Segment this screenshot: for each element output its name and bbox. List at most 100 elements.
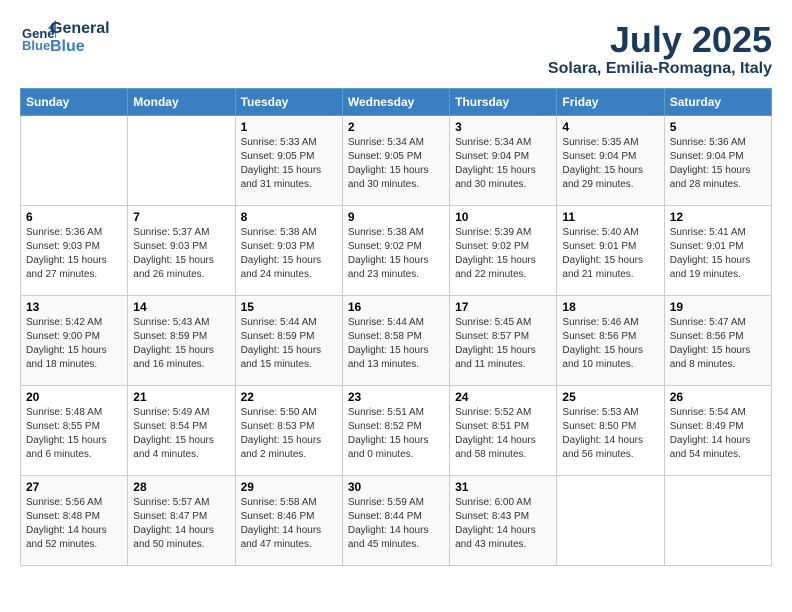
day-detail: Sunrise: 5:38 AM Sunset: 9:02 PM Dayligh… bbox=[348, 226, 444, 282]
calendar-cell: 25Sunrise: 5:53 AM Sunset: 8:50 PM Dayli… bbox=[557, 385, 664, 475]
calendar-cell: 8Sunrise: 5:38 AM Sunset: 9:03 PM Daylig… bbox=[235, 205, 342, 295]
day-number: 31 bbox=[455, 480, 551, 494]
calendar-cell: 11Sunrise: 5:40 AM Sunset: 9:01 PM Dayli… bbox=[557, 205, 664, 295]
weekday-header: Tuesday bbox=[235, 88, 342, 115]
day-number: 2 bbox=[348, 120, 444, 134]
day-number: 29 bbox=[241, 480, 337, 494]
calendar-cell: 6 Sunrise: 5:36 AM Sunset: 9:03 PM Daylig… bbox=[21, 205, 128, 295]
calendar-cell: 31Sunrise: 6:00 AM Sunset: 8:43 PM Dayli… bbox=[450, 475, 557, 565]
svg-text:Blue: Blue bbox=[22, 38, 50, 53]
calendar-cell: 28Sunrise: 5:57 AM Sunset: 8:47 PM Dayli… bbox=[128, 475, 235, 565]
day-detail: Sunrise: 5:42 AM Sunset: 9:00 PM Dayligh… bbox=[26, 316, 122, 372]
day-number: 7 bbox=[133, 210, 229, 224]
day-number: 24 bbox=[455, 390, 551, 404]
day-number: 25 bbox=[562, 390, 658, 404]
weekday-header: Monday bbox=[128, 88, 235, 115]
day-detail: Sunrise: 5:51 AM Sunset: 8:52 PM Dayligh… bbox=[348, 406, 444, 462]
day-number: 12 bbox=[670, 210, 766, 224]
weekday-header: Friday bbox=[557, 88, 664, 115]
title-block: July 2025 Solara, Emilia-Romagna, Italy bbox=[548, 20, 772, 78]
calendar-cell: 14 Sunrise: 5:43 AM Sunset: 8:59 PM Dayli… bbox=[128, 295, 235, 385]
calendar-cell: 5 Sunrise: 5:36 AM Sunset: 9:04 PM Daylig… bbox=[664, 115, 771, 205]
day-number: 4 bbox=[562, 120, 658, 134]
calendar-cell: 13 Sunrise: 5:42 AM Sunset: 9:00 PM Dayli… bbox=[21, 295, 128, 385]
day-number: 3 bbox=[455, 120, 551, 134]
day-number: 27 bbox=[26, 480, 122, 494]
location-title: Solara, Emilia-Romagna, Italy bbox=[548, 60, 772, 78]
day-number: 9 bbox=[348, 210, 444, 224]
day-detail: Sunrise: 5:52 AM Sunset: 8:51 PM Dayligh… bbox=[455, 406, 551, 462]
day-detail: Sunrise: 5:50 AM Sunset: 8:53 PM Dayligh… bbox=[241, 406, 337, 462]
logo-general: General bbox=[50, 20, 110, 38]
day-number: 22 bbox=[241, 390, 337, 404]
calendar-cell: 19 Sunrise: 5:47 AM Sunset: 8:56 PM Dayli… bbox=[664, 295, 771, 385]
weekday-header-row: SundayMondayTuesdayWednesdayThursdayFrid… bbox=[21, 88, 772, 115]
calendar-cell bbox=[21, 115, 128, 205]
logo: General Blue General Blue bbox=[20, 20, 110, 56]
day-number: 11 bbox=[562, 210, 658, 224]
calendar-cell: 4Sunrise: 5:35 AM Sunset: 9:04 PM Daylig… bbox=[557, 115, 664, 205]
calendar-week-row: 6 Sunrise: 5:36 AM Sunset: 9:03 PM Daylig… bbox=[21, 205, 772, 295]
day-detail: Sunrise: 5:47 AM Sunset: 8:56 PM Dayligh… bbox=[670, 316, 766, 372]
day-detail: Sunrise: 5:44 AM Sunset: 8:59 PM Dayligh… bbox=[241, 316, 337, 372]
day-detail: Sunrise: 5:56 AM Sunset: 8:48 PM Dayligh… bbox=[26, 496, 122, 552]
weekday-header: Wednesday bbox=[342, 88, 449, 115]
calendar-cell: 12 Sunrise: 5:41 AM Sunset: 9:01 PM Dayli… bbox=[664, 205, 771, 295]
calendar-cell: 30 Sunrise: 5:59 AM Sunset: 8:44 PM Dayli… bbox=[342, 475, 449, 565]
day-number: 14 bbox=[133, 300, 229, 314]
weekday-header: Sunday bbox=[21, 88, 128, 115]
calendar-cell: 18 Sunrise: 5:46 AM Sunset: 8:56 PM Dayli… bbox=[557, 295, 664, 385]
day-detail: Sunrise: 5:49 AM Sunset: 8:54 PM Dayligh… bbox=[133, 406, 229, 462]
calendar-cell: 26 Sunrise: 5:54 AM Sunset: 8:49 PM Dayli… bbox=[664, 385, 771, 475]
day-number: 23 bbox=[348, 390, 444, 404]
day-number: 6 bbox=[26, 210, 122, 224]
day-detail: Sunrise: 5:37 AM Sunset: 9:03 PM Dayligh… bbox=[133, 226, 229, 282]
calendar-table: SundayMondayTuesdayWednesdayThursdayFrid… bbox=[20, 88, 772, 566]
calendar-cell: 22 Sunrise: 5:50 AM Sunset: 8:53 PM Dayli… bbox=[235, 385, 342, 475]
day-number: 26 bbox=[670, 390, 766, 404]
day-number: 19 bbox=[670, 300, 766, 314]
day-detail: Sunrise: 5:41 AM Sunset: 9:01 PM Dayligh… bbox=[670, 226, 766, 282]
day-detail: Sunrise: 5:36 AM Sunset: 9:03 PM Dayligh… bbox=[26, 226, 122, 282]
day-detail: Sunrise: 5:46 AM Sunset: 8:56 PM Dayligh… bbox=[562, 316, 658, 372]
calendar-cell: 2 Sunrise: 5:34 AM Sunset: 9:05 PM Daylig… bbox=[342, 115, 449, 205]
day-number: 13 bbox=[26, 300, 122, 314]
day-number: 30 bbox=[348, 480, 444, 494]
month-title: July 2025 bbox=[548, 20, 772, 60]
day-number: 18 bbox=[562, 300, 658, 314]
calendar-cell: 23 Sunrise: 5:51 AM Sunset: 8:52 PM Dayli… bbox=[342, 385, 449, 475]
calendar-week-row: 27 Sunrise: 5:56 AM Sunset: 8:48 PM Dayli… bbox=[21, 475, 772, 565]
calendar-cell: 10Sunrise: 5:39 AM Sunset: 9:02 PM Dayli… bbox=[450, 205, 557, 295]
day-detail: Sunrise: 5:38 AM Sunset: 9:03 PM Dayligh… bbox=[241, 226, 337, 282]
weekday-header: Saturday bbox=[664, 88, 771, 115]
day-number: 17 bbox=[455, 300, 551, 314]
calendar-cell bbox=[664, 475, 771, 565]
calendar-cell: 7 Sunrise: 5:37 AM Sunset: 9:03 PM Daylig… bbox=[128, 205, 235, 295]
day-number: 20 bbox=[26, 390, 122, 404]
day-detail: Sunrise: 5:36 AM Sunset: 9:04 PM Dayligh… bbox=[670, 136, 766, 192]
calendar-week-row: 20 Sunrise: 5:48 AM Sunset: 8:55 PM Dayli… bbox=[21, 385, 772, 475]
day-detail: Sunrise: 5:44 AM Sunset: 8:58 PM Dayligh… bbox=[348, 316, 444, 372]
calendar-cell bbox=[128, 115, 235, 205]
calendar-cell: 1 Sunrise: 5:33 AM Sunset: 9:05 PM Daylig… bbox=[235, 115, 342, 205]
day-number: 21 bbox=[133, 390, 229, 404]
calendar-cell: 20 Sunrise: 5:48 AM Sunset: 8:55 PM Dayli… bbox=[21, 385, 128, 475]
day-detail: Sunrise: 5:34 AM Sunset: 9:05 PM Dayligh… bbox=[348, 136, 444, 192]
day-detail: Sunrise: 5:34 AM Sunset: 9:04 PM Dayligh… bbox=[455, 136, 551, 192]
day-detail: Sunrise: 5:43 AM Sunset: 8:59 PM Dayligh… bbox=[133, 316, 229, 372]
calendar-cell: 24 Sunrise: 5:52 AM Sunset: 8:51 PM Dayli… bbox=[450, 385, 557, 475]
day-number: 5 bbox=[670, 120, 766, 134]
day-detail: Sunrise: 5:39 AM Sunset: 9:02 PM Dayligh… bbox=[455, 226, 551, 282]
day-detail: Sunrise: 5:54 AM Sunset: 8:49 PM Dayligh… bbox=[670, 406, 766, 462]
page-header: General Blue General Blue July 2025 Sola… bbox=[20, 20, 772, 78]
calendar-cell: 15Sunrise: 5:44 AM Sunset: 8:59 PM Dayli… bbox=[235, 295, 342, 385]
calendar-cell: 29Sunrise: 5:58 AM Sunset: 8:46 PM Dayli… bbox=[235, 475, 342, 565]
calendar-cell: 21 Sunrise: 5:49 AM Sunset: 8:54 PM Dayli… bbox=[128, 385, 235, 475]
day-number: 16 bbox=[348, 300, 444, 314]
day-detail: Sunrise: 5:59 AM Sunset: 8:44 PM Dayligh… bbox=[348, 496, 444, 552]
day-detail: Sunrise: 5:45 AM Sunset: 8:57 PM Dayligh… bbox=[455, 316, 551, 372]
day-number: 1 bbox=[241, 120, 337, 134]
day-detail: Sunrise: 5:57 AM Sunset: 8:47 PM Dayligh… bbox=[133, 496, 229, 552]
day-detail: Sunrise: 5:48 AM Sunset: 8:55 PM Dayligh… bbox=[26, 406, 122, 462]
day-detail: Sunrise: 5:33 AM Sunset: 9:05 PM Dayligh… bbox=[241, 136, 337, 192]
